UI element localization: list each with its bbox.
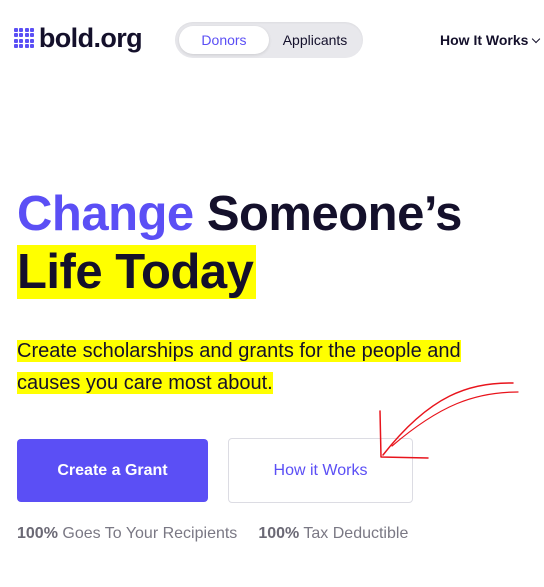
headline-highlight: Life Today: [17, 245, 257, 299]
nav-how-it-works[interactable]: How It Works: [440, 32, 541, 48]
logo-text: bold.org: [38, 23, 143, 53]
subtext-line-2: causes you care most about.: [17, 371, 273, 394]
create-grant-button[interactable]: Create a Grant: [17, 439, 208, 502]
nav-how-it-works-label: How It Works: [440, 32, 529, 48]
logo[interactable]: bold.org: [14, 23, 143, 53]
stat-value: 100%: [258, 525, 300, 542]
toggle-donors[interactable]: Donors: [179, 26, 269, 54]
stats-row: 100% Goes To Your Recipients 100% Tax De…: [17, 525, 429, 543]
subtext-line-1: Create scholarships and grants for the p…: [17, 340, 461, 362]
headline-line-2: Life Today: [17, 243, 462, 301]
headline-accent: Change: [17, 187, 194, 241]
headline-line-1: Change Someone’s: [17, 185, 462, 243]
logo-dots-icon: [14, 28, 34, 48]
stat-label: Goes To Your Recipients: [62, 525, 238, 542]
stat-recipients: 100% Goes To Your Recipients: [17, 525, 237, 543]
stat-value: 100%: [17, 525, 58, 542]
hero-subtext: Create scholarships and grants for the p…: [17, 336, 517, 399]
how-it-works-button[interactable]: How it Works: [228, 438, 413, 503]
headline-rest: Someone’s: [206, 187, 463, 241]
chevron-down-icon: [532, 34, 541, 43]
stat-tax: 100% Tax Deductible: [258, 525, 408, 543]
audience-toggle: Donors Applicants: [175, 22, 363, 58]
hero-headline: Change Someone’s Life Today: [17, 185, 462, 301]
toggle-applicants[interactable]: Applicants: [271, 26, 359, 54]
stat-label: Tax Deductible: [303, 525, 409, 542]
site-header: bold.org Donors Applicants How It Works: [0, 0, 544, 80]
